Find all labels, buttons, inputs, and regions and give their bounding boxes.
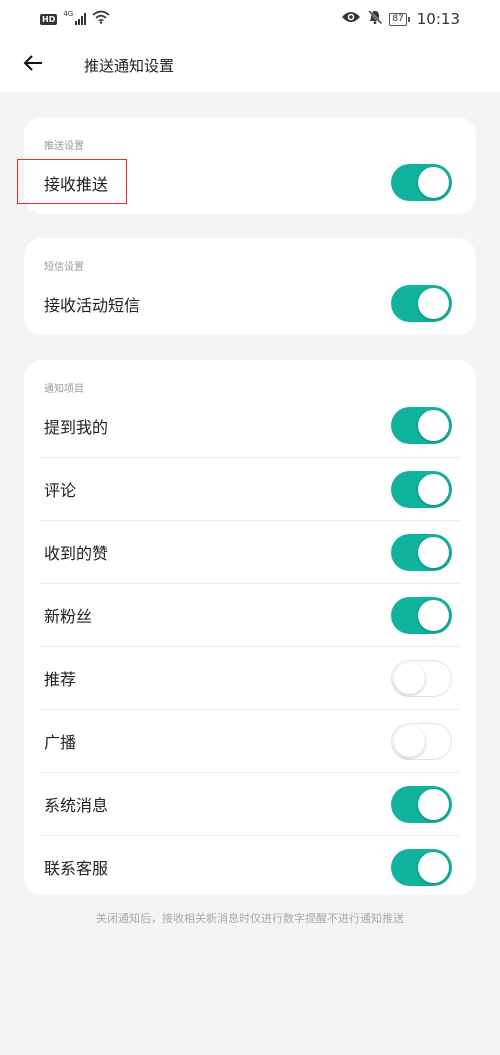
app-header: 推送通知设置 xyxy=(0,38,500,92)
section-title-notify: 通知项目 xyxy=(44,384,84,395)
setting-row-likes: 收到的赞 xyxy=(40,520,460,583)
setting-label: 广播 xyxy=(44,733,77,752)
toggle-knob xyxy=(418,473,449,505)
broadcast-toggle[interactable] xyxy=(391,722,452,760)
setting-row-customer-service: 联系客服 xyxy=(40,835,460,898)
highlight-box xyxy=(17,159,127,204)
notify-items-card: 通知项目 提到我的 评论 收到的赞 新粉丝 推荐 广播 系统消息 联系客服 xyxy=(24,360,476,895)
setting-row-comments: 评论 xyxy=(40,457,460,520)
setting-label: 收到的赞 xyxy=(44,544,109,563)
setting-label: 接收活动短信 xyxy=(44,295,141,315)
setting-row-new-fans: 新粉丝 xyxy=(40,583,460,646)
eye-icon xyxy=(341,10,361,28)
toggle-knob xyxy=(418,851,449,883)
setting-label: 提到我的 xyxy=(44,417,109,437)
toggle-knob xyxy=(394,662,425,694)
system-messages-toggle[interactable] xyxy=(391,785,452,823)
recommend-toggle[interactable] xyxy=(391,659,452,697)
mentions-toggle[interactable] xyxy=(391,407,452,444)
hd-badge: HD xyxy=(40,13,58,25)
section-title-sms: 短信设置 xyxy=(44,262,84,273)
footer-note: 关闭通知后，接收相关新消息时仅进行数字提醒不进行通知推送 xyxy=(96,912,404,925)
section-title-push: 推送设置 xyxy=(44,141,84,152)
status-time: 10:13 xyxy=(416,10,460,28)
sms-settings-card: 短信设置 接收活动短信 xyxy=(24,238,476,335)
status-left: HD 4G xyxy=(40,10,110,28)
toggle-knob xyxy=(418,288,449,319)
toggle-knob xyxy=(418,167,449,198)
setting-row-mentions: 提到我的 xyxy=(40,394,460,457)
setting-label: 联系客服 xyxy=(44,859,109,878)
battery-icon: 87 xyxy=(389,12,411,26)
toggle-knob xyxy=(418,788,449,820)
setting-label: 系统消息 xyxy=(44,796,109,815)
toggle-knob xyxy=(394,725,425,757)
toggle-knob xyxy=(418,410,449,441)
back-button[interactable] xyxy=(16,48,50,82)
network-type: 4G xyxy=(63,10,74,18)
likes-toggle[interactable] xyxy=(391,533,452,571)
toggle-knob xyxy=(418,599,449,631)
status-right: 87 10:13 xyxy=(341,9,460,29)
setting-label: 推荐 xyxy=(44,670,77,689)
setting-row-broadcast: 广播 xyxy=(40,709,460,772)
setting-label: 新粉丝 xyxy=(44,607,93,626)
customer-service-toggle[interactable] xyxy=(391,848,452,886)
page-title: 推送通知设置 xyxy=(84,56,175,75)
setting-row-receive-sms: 接收活动短信 xyxy=(40,272,460,335)
comments-toggle[interactable] xyxy=(391,470,452,508)
status-bar: HD 4G 87 10:13 xyxy=(0,0,500,38)
bell-muted-icon xyxy=(367,9,383,29)
setting-row-recommend: 推荐 xyxy=(40,646,460,709)
new-fans-toggle[interactable] xyxy=(391,596,452,634)
receive-sms-toggle[interactable] xyxy=(391,285,452,322)
signal-icon xyxy=(75,13,87,25)
arrow-left-icon xyxy=(23,54,43,76)
setting-row-system-messages: 系统消息 xyxy=(40,772,460,835)
wifi-icon xyxy=(92,10,110,28)
toggle-knob xyxy=(418,536,449,568)
setting-label: 评论 xyxy=(44,481,77,500)
receive-push-toggle[interactable] xyxy=(391,164,452,201)
